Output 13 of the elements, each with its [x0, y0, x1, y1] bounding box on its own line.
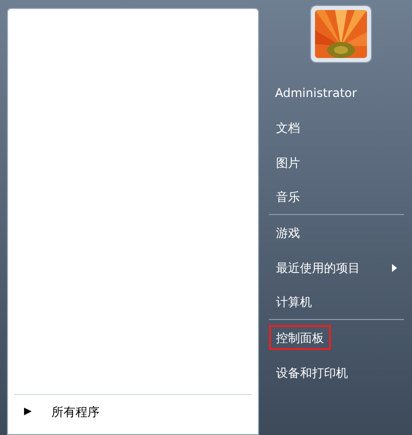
expand-arrow: ▶	[24, 405, 32, 419]
user-picture-frame[interactable]	[310, 5, 372, 63]
submenu-arrow-icon	[392, 264, 397, 272]
menu-item[interactable]: 控制面板	[269, 325, 331, 350]
menu-item[interactable]: 音乐	[269, 184, 307, 210]
menu-item[interactable]: 最近使用的项目	[269, 255, 404, 280]
menu-item[interactable]: 图片	[269, 150, 307, 175]
menu-item[interactable]: 文档	[269, 115, 307, 140]
user-name[interactable]: Administrator	[269, 75, 404, 110]
menu-item[interactable]: 游戏	[269, 220, 307, 245]
menu-item[interactable]: 设备和打印机	[269, 360, 355, 385]
menu-item[interactable]: 计算机	[269, 290, 319, 314]
all-programs-button[interactable]: 所有程序	[52, 402, 100, 420]
